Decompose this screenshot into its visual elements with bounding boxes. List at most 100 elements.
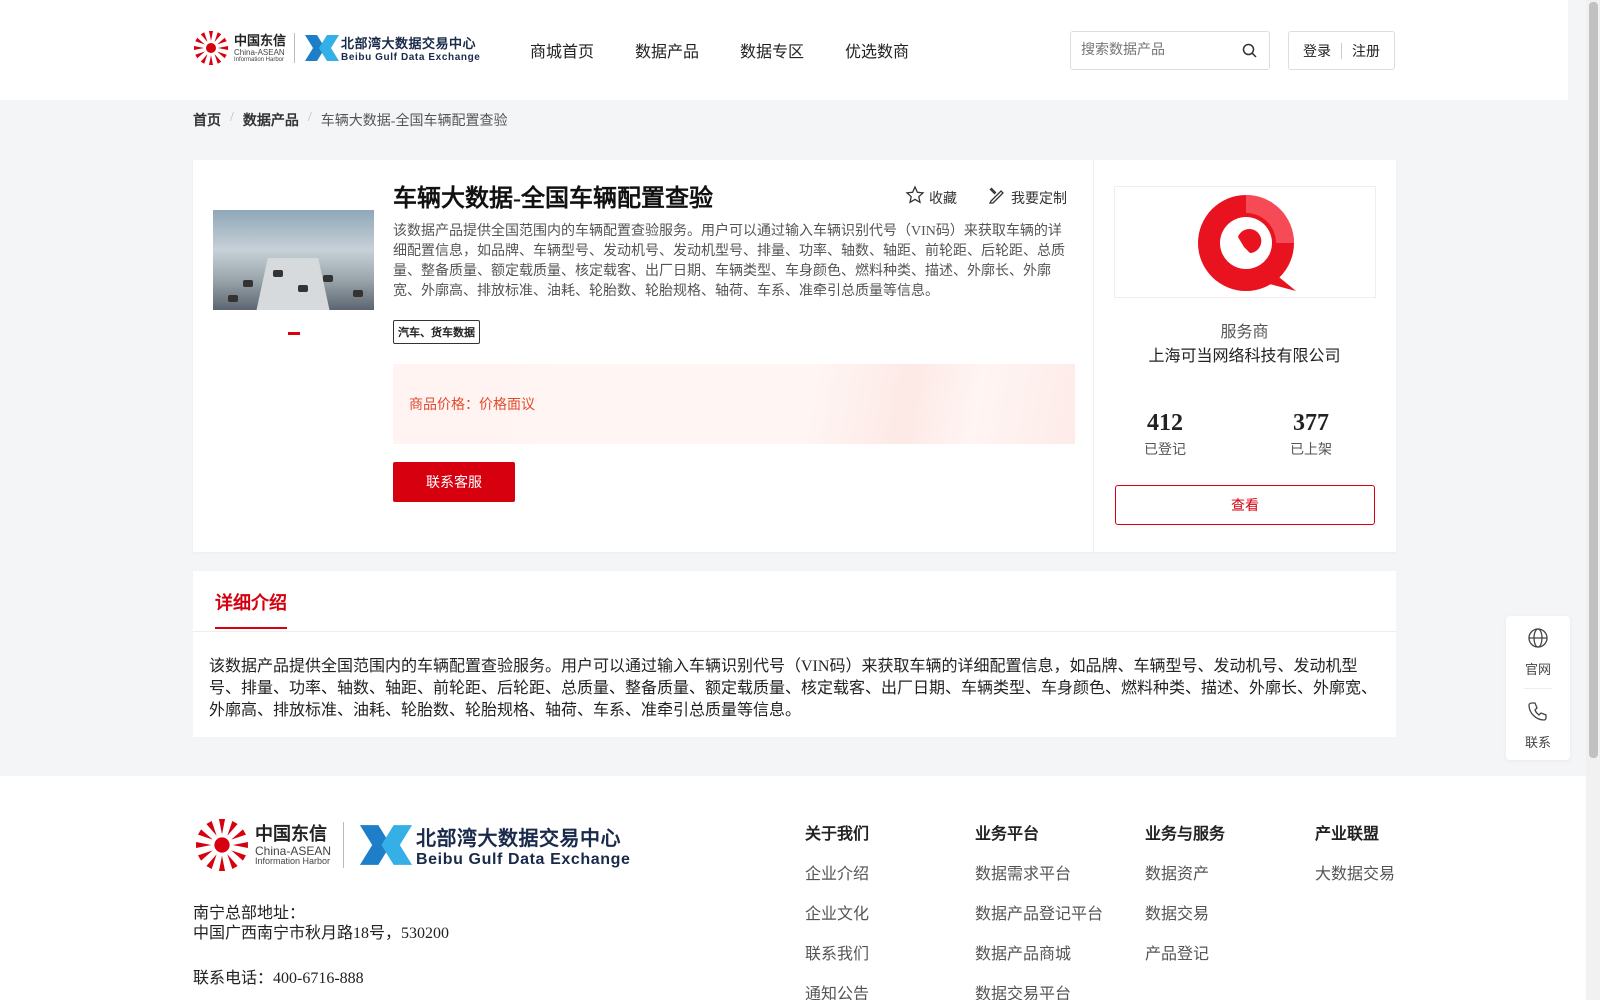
footer-logo-text: 中国东信 China-ASEAN Information Harbor: [255, 825, 331, 866]
provider-label: 服务商: [1220, 324, 1269, 341]
logo-divider: [294, 33, 296, 63]
nav-item-mall-home[interactable]: 商城首页: [530, 38, 594, 62]
provider-name: 上海可当网络科技有限公司: [1148, 348, 1341, 365]
site-logo[interactable]: 中国东信 China-ASEAN Information Harbor 北部湾大…: [192, 28, 492, 68]
registered-label: 已登记: [1144, 443, 1186, 458]
footer-link[interactable]: 企业文化: [805, 900, 869, 924]
beibu-en-name: Beibu Gulf Data Exchange: [341, 52, 481, 63]
tab-underline-divider: [193, 631, 1396, 632]
footer-column-title: 产业联盟: [1315, 826, 1380, 843]
login-link[interactable]: 登录: [1303, 41, 1331, 61]
footer-address: 南宁总部地址： 中国广西南宁市秋月路18号，530200: [193, 904, 449, 944]
search-icon[interactable]: [1241, 42, 1259, 60]
footer-link[interactable]: 企业介绍: [805, 860, 869, 884]
footer-beibu-logo-text: 北部湾大数据交易中心 Beibu Gulf Data Exchange: [416, 822, 630, 869]
footer-logo: 中国东信 China-ASEAN Information Harbor 北部湾大…: [193, 816, 630, 874]
footer-link[interactable]: 大数据交易: [1315, 860, 1395, 884]
car-graphic: [353, 290, 363, 297]
product-tag: 汽车、货车数据: [393, 320, 480, 344]
footer-link[interactable]: 数据产品登记平台: [975, 900, 1103, 924]
footer-link[interactable]: 联系我们: [805, 940, 869, 964]
breadcrumb-home[interactable]: 首页: [193, 110, 221, 130]
tab-detail[interactable]: 详细介绍: [215, 589, 287, 629]
logo-en-name: China-ASEAN: [255, 843, 332, 858]
customize-label: 我要定制: [1011, 191, 1067, 207]
product-description: 该数据产品提供全国范围内的车辆配置查验服务。用户可以通过输入车辆识别代号（VIN…: [393, 224, 1065, 299]
product-image[interactable]: [213, 210, 374, 310]
page-scrollbar[interactable]: [1586, 0, 1600, 1000]
car-graphic: [323, 275, 333, 282]
customize-button[interactable]: 我要定制: [987, 185, 1067, 210]
beibu-logo-text: 北部湾大数据交易中心 Beibu Gulf Data Exchange: [341, 33, 480, 63]
address-label: 南宁总部地址：: [193, 905, 306, 922]
contact-button[interactable]: 联系: [1506, 689, 1570, 761]
globe-icon: [1527, 627, 1549, 653]
footer-column-about: 关于我们 企业介绍 企业文化 联系我们 通知公告: [805, 820, 869, 1000]
beibu-cn-name: 北部湾大数据交易中心: [416, 827, 622, 850]
logo-sub-name: Information Harbor: [255, 855, 331, 866]
car-graphic: [298, 285, 308, 292]
website-label: 官网: [1524, 661, 1551, 677]
china-asean-logo-icon: [192, 29, 230, 67]
footer-link[interactable]: 数据资产: [1145, 860, 1225, 884]
footer-column-services: 业务与服务 数据资产 数据交易 产品登记: [1145, 820, 1225, 980]
car-graphic: [273, 270, 283, 277]
footer-link[interactable]: 数据产品商城: [975, 940, 1103, 964]
nav-item-vendors[interactable]: 优选数商: [845, 38, 909, 62]
road-graphic: [256, 258, 330, 310]
registered-stat: 412 已登记: [1115, 410, 1215, 459]
phone-icon: [1527, 700, 1549, 726]
logo-en-name: China-ASEAN: [234, 47, 285, 57]
product-card: 车辆大数据-全国车辆配置查验 收藏 我要定制 该数据产品提供全国范围内的车辆配置…: [193, 160, 1396, 552]
favorite-button[interactable]: 收藏: [905, 185, 957, 210]
auth-box: 登录 注册: [1288, 31, 1395, 70]
star-icon: [905, 185, 925, 210]
footer-link[interactable]: 数据交易: [1145, 900, 1225, 924]
beibu-gulf-logo-icon: [303, 33, 341, 63]
breadcrumb: 首页 / 数据产品 / 车辆大数据-全国车辆配置查验: [193, 110, 507, 130]
address-value: 中国广西南宁市秋月路18号，530200: [193, 925, 450, 942]
site-header: 中国东信 China-ASEAN Information Harbor 北部湾大…: [0, 0, 1568, 100]
view-provider-button[interactable]: 查看: [1115, 485, 1375, 525]
footer-column-title: 业务与服务: [1145, 826, 1226, 843]
logo-divider: [343, 822, 345, 868]
nav-item-data-products[interactable]: 数据产品: [635, 38, 699, 62]
listed-count: 377: [1293, 410, 1329, 436]
contact-label: 联系: [1524, 734, 1551, 750]
search-input[interactable]: [1071, 32, 1231, 69]
footer-link[interactable]: 数据需求平台: [975, 860, 1103, 884]
footer-link[interactable]: 数据交易平台: [975, 980, 1103, 1000]
logo-sub-name: Information Harbor: [234, 56, 285, 63]
scrollbar-thumb[interactable]: [1589, 2, 1598, 758]
register-link[interactable]: 注册: [1352, 41, 1380, 61]
nav-item-data-zone[interactable]: 数据专区: [740, 38, 804, 62]
contact-service-button[interactable]: 联系客服: [393, 462, 515, 502]
provider-logo: [1114, 186, 1376, 298]
footer-link[interactable]: 产品登记: [1145, 940, 1225, 964]
car-graphic: [228, 295, 238, 302]
logo-text: 中国东信 China-ASEAN Information Harbor: [234, 34, 286, 63]
auth-divider: [1341, 42, 1342, 59]
breadcrumb-separator: /: [230, 110, 234, 125]
breadcrumb-current: 车辆大数据-全国车辆配置查验: [320, 114, 508, 129]
china-asean-logo-icon: [193, 816, 251, 874]
floating-sidebar: 官网 联系: [1506, 616, 1570, 760]
search-box: [1070, 31, 1270, 70]
site-footer: 中国东信 China-ASEAN Information Harbor 北部湾大…: [0, 776, 1586, 1000]
listed-stat: 377 已上架: [1261, 410, 1361, 459]
carousel-indicator[interactable]: [288, 332, 300, 335]
detail-text: 该数据产品提供全国范围内的车辆配置查验服务。用户可以通过输入车辆识别代号（VIN…: [209, 658, 1378, 719]
breadcrumb-section[interactable]: 数据产品: [243, 110, 299, 130]
price-text: 商品价格：价格面议: [409, 398, 535, 413]
beibu-en-name: Beibu Gulf Data Exchange: [416, 850, 631, 868]
listed-label: 已上架: [1290, 443, 1332, 458]
website-button[interactable]: 官网: [1506, 616, 1570, 688]
footer-column-platform: 业务平台 数据需求平台 数据产品登记平台 数据产品商城 数据交易平台: [975, 820, 1103, 1000]
favorite-label: 收藏: [929, 191, 957, 207]
footer-phone: 联系电话：400-6716-888: [193, 970, 364, 987]
logo-cn-name: 中国东信: [255, 823, 327, 844]
logo-cn-name: 中国东信: [234, 32, 287, 48]
footer-column-alliance: 产业联盟 大数据交易: [1315, 820, 1395, 900]
breadcrumb-separator: /: [307, 110, 312, 125]
footer-link[interactable]: 通知公告: [805, 980, 869, 1000]
